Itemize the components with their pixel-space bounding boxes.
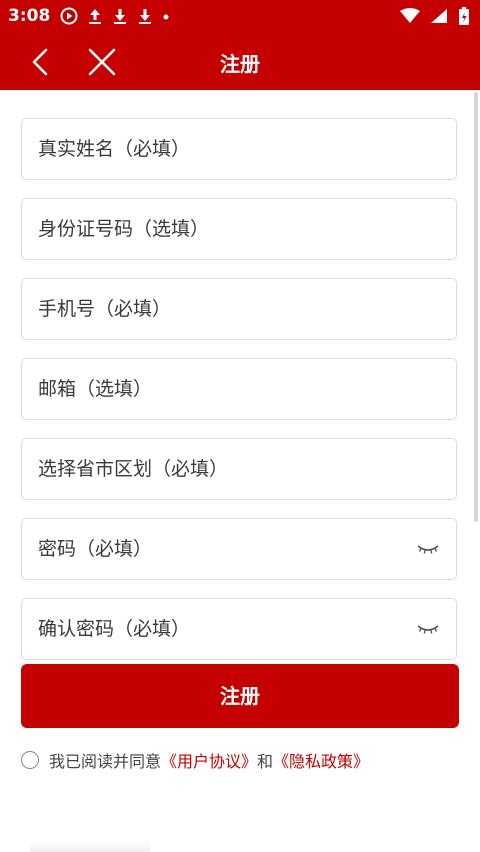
real-name-field[interactable] [21,118,457,180]
email-input[interactable] [38,359,398,419]
download-icon [139,9,151,24]
status-notification-icons [60,5,170,27]
agreement-row: 我已阅读并同意 《用户协议》 和 《隐私政策》 [21,748,369,772]
email-field[interactable] [21,358,457,420]
user-agreement-link[interactable]: 《用户协议》 [161,748,257,772]
confirm-password-field[interactable] [21,598,457,660]
privacy-policy-link[interactable]: 《隐私政策》 [273,748,369,772]
upload-icon [89,9,101,24]
battery-icon [459,7,469,25]
region-select-field[interactable] [21,438,457,500]
play-circle-icon [60,7,78,25]
id-number-input[interactable] [38,199,398,259]
wifi-icon [400,8,420,23]
id-number-field[interactable] [21,198,457,260]
eye-closed-icon[interactable] [416,539,440,559]
region-select-input[interactable] [38,439,398,499]
agreement-prefix: 我已阅读并同意 [49,752,162,771]
signal-icon [431,9,447,23]
scrollbar[interactable] [474,92,478,522]
status-bar: 3:08 [0,0,480,32]
password-field[interactable] [21,518,457,580]
real-name-input[interactable] [38,119,398,179]
download-icon [114,9,126,24]
dot-icon [163,14,169,20]
password-input[interactable] [38,519,398,579]
status-system-icons [400,5,470,27]
agreement-radio[interactable] [21,751,39,769]
page-title: 注册 [220,52,260,76]
bottom-edge [30,842,150,852]
register-button[interactable]: 注册 [21,664,459,728]
title-bar: 注册 [0,32,480,90]
phone-field[interactable] [21,278,457,340]
status-time: 3:08 [8,6,51,26]
confirm-password-input[interactable] [38,599,398,659]
eye-closed-icon[interactable] [416,619,440,639]
agreement-and: 和 [257,752,274,771]
phone-input[interactable] [38,279,398,339]
